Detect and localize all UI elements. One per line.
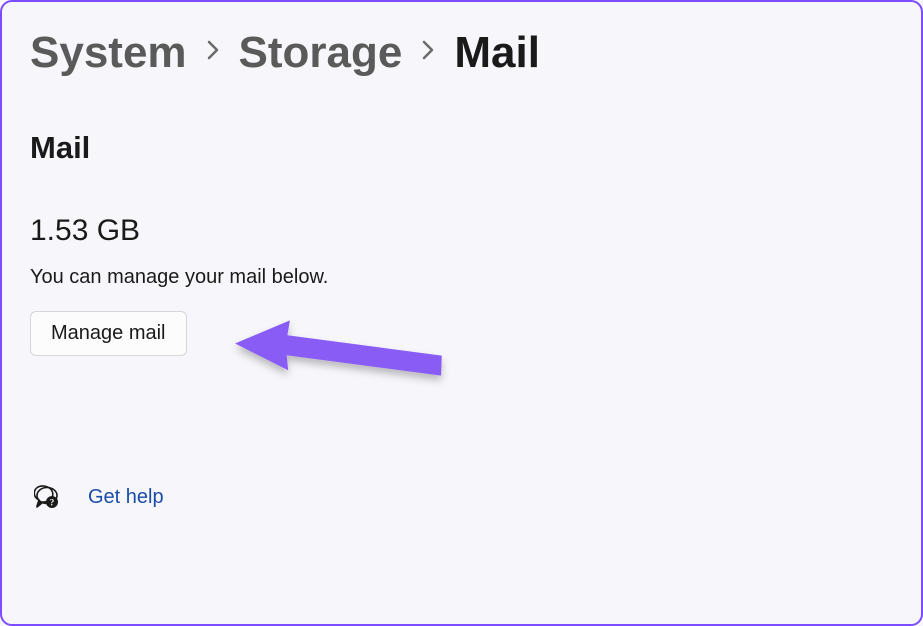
breadcrumb: System Storage Mail (30, 28, 893, 78)
breadcrumb-mail: Mail (454, 28, 540, 78)
breadcrumb-system[interactable]: System (30, 28, 187, 78)
get-help-link[interactable]: Get help (88, 486, 164, 509)
page-title: Mail (30, 130, 893, 166)
storage-description: You can manage your mail below. (30, 266, 893, 289)
svg-text:?: ? (50, 498, 55, 508)
chevron-right-icon (205, 36, 221, 70)
chevron-right-icon (420, 36, 436, 70)
annotation-arrow-icon (227, 312, 457, 407)
storage-size-value: 1.53 GB (30, 214, 893, 248)
help-section: ? Get help (34, 484, 164, 510)
breadcrumb-storage[interactable]: Storage (239, 28, 403, 78)
help-chat-icon: ? (34, 484, 60, 510)
manage-mail-button[interactable]: Manage mail (30, 311, 187, 356)
